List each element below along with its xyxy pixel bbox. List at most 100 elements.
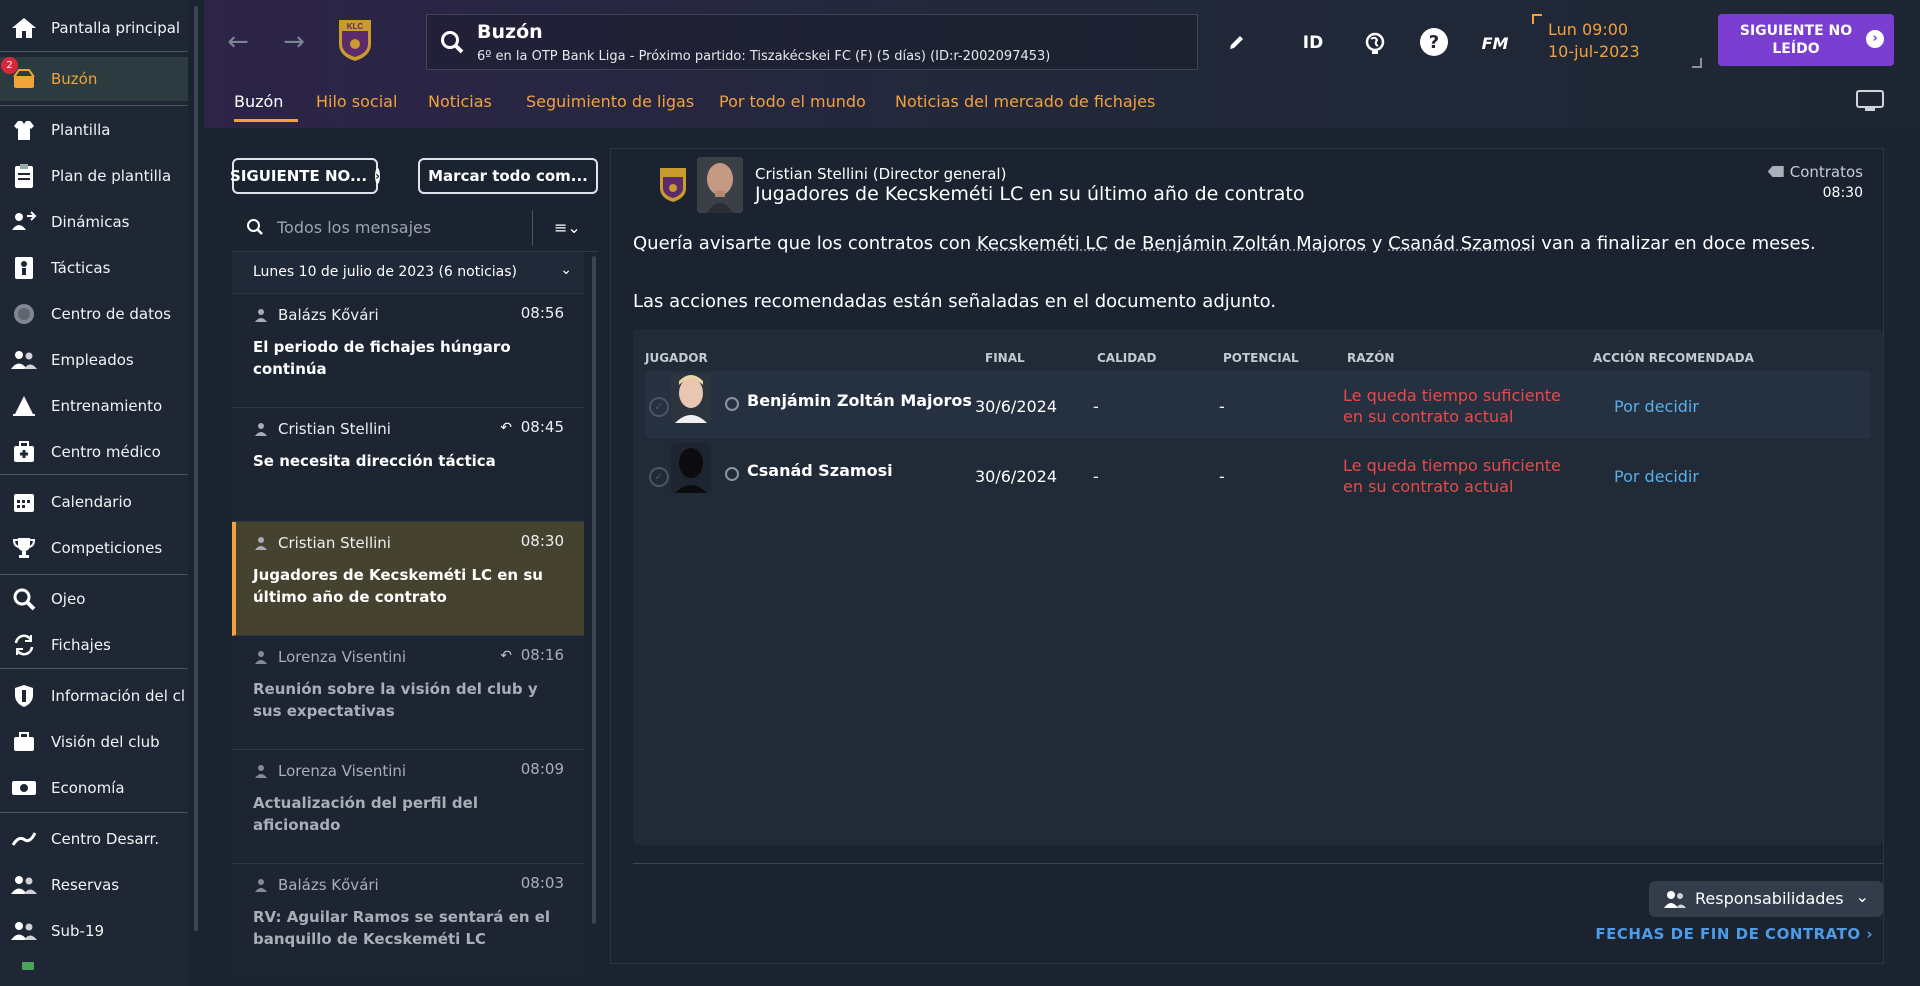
quality-value: - [1093, 467, 1099, 486]
message-sender: Lorenza Visentini [278, 762, 407, 780]
message-sender: Balázs Kővári [278, 876, 379, 894]
table-row[interactable]: ✓ Csanád Szamosi 30/6/2024 - - Le queda … [645, 441, 1871, 509]
sidebar-item-inbox[interactable]: Buzón [0, 57, 188, 101]
tab-league-tracker[interactable]: Seguimiento de ligas [526, 92, 694, 111]
search-icon[interactable] [439, 29, 465, 59]
data-icon [10, 300, 38, 328]
column-header-end[interactable]: FINAL [985, 351, 1025, 365]
forward-arrow-icon[interactable]: → [280, 28, 308, 56]
message-time: 08:30 [1822, 185, 1863, 201]
sidebar-item-dev-centre[interactable]: Centro Desarr. [0, 817, 188, 861]
filter-menu-icon[interactable]: ≡⌄ [554, 218, 581, 237]
sidebar-item-squad-plan[interactable]: Plan de plantilla [0, 154, 188, 198]
sidebar-item-club-info[interactable]: Información del cl... [0, 674, 188, 718]
column-header-potential[interactable]: POTENCIAL [1223, 351, 1299, 365]
list-item[interactable]: Balázs Kővári 08:03 RV: Aguilar Ramos se… [232, 864, 584, 978]
list-item-selected[interactable]: Cristian Stellini 08:30 Jugadores de Kec… [232, 522, 584, 636]
monitor-icon[interactable] [1856, 90, 1884, 112]
fm-menu-button[interactable]: FM [1480, 28, 1510, 58]
id-button[interactable]: ID [1298, 28, 1328, 58]
message-subject: RV: Aguilar Ramos se sentará en el banqu… [253, 908, 551, 948]
sidebar-item-scouting[interactable]: Ojeo [0, 577, 188, 621]
message-group-header[interactable]: Lunes 10 de julio de 2023 (6 noticias) ⌄ [232, 252, 584, 294]
sidebar-item-reserves[interactable]: Reservas [0, 863, 188, 907]
sidebar-item-label: Tácticas [51, 259, 111, 277]
message-time: 08:09 [520, 760, 564, 778]
date-time-box[interactable]: Lun 09:00 10-jul-2023 [1532, 14, 1702, 68]
sidebar-item-club-vision[interactable]: Visión del club [0, 720, 188, 764]
column-header-player[interactable]: JUGADOR [645, 351, 708, 365]
contract-end: 30/6/2024 [975, 397, 1058, 416]
recommended-action-link[interactable]: Por decidir [1614, 397, 1699, 416]
sidebar-item-tactics[interactable]: Tácticas [0, 246, 188, 290]
player-link[interactable]: Benjámin Zoltán Majoros [1142, 233, 1366, 254]
list-item[interactable]: Cristian Stellini ↶ 08:45 Se necesita di… [232, 408, 584, 522]
tab-news[interactable]: Noticias [428, 92, 492, 111]
sidebar-item-finance[interactable]: Economía [0, 766, 188, 810]
message-list-scrollbar[interactable] [592, 256, 596, 924]
back-arrow-icon[interactable]: ← [224, 28, 252, 56]
sidebar-scrollbar[interactable] [194, 6, 198, 931]
sidebar-item-data-hub[interactable]: Centro de datos [0, 292, 188, 336]
sidebar-item-label: Dinámicas [51, 213, 130, 231]
player-photo [671, 443, 711, 493]
tab-inbox[interactable]: Buzón [234, 92, 283, 111]
sidebar-item-transfers[interactable]: Fichajes [0, 623, 188, 667]
sidebar-item-u19[interactable]: Sub-19 [0, 909, 188, 953]
person-icon [254, 535, 268, 554]
sidebar-item-dynamics[interactable]: Dinámicas [0, 200, 188, 244]
tab-social-feed[interactable]: Hilo social [316, 92, 397, 111]
player-name[interactable]: Benjámin Zoltán Majoros [747, 391, 972, 410]
checkmark-icon[interactable]: ✓ [649, 397, 669, 417]
next-unread-button[interactable]: SIGUIENTE NO LEÍDO › [1718, 14, 1894, 66]
sidebar-divider [0, 574, 188, 575]
next-unread-small-label: SIGUIENTE NO... [230, 167, 368, 185]
message-sender: Lorenza Visentini [278, 648, 407, 666]
sidebar-item-training[interactable]: Entrenamiento [0, 384, 188, 428]
sidebar-item-label: Centro Desarr. [51, 830, 160, 848]
group-title: Lunes 10 de julio de 2023 (6 noticias) [253, 264, 518, 280]
sidebar-item-home[interactable]: Pantalla principal [0, 6, 188, 50]
edit-pencil-icon[interactable] [1221, 28, 1251, 58]
message-title: Jugadores de Kecskeméti LC en su último … [755, 183, 1305, 205]
next-unread-small-button[interactable]: SIGUIENTE NO... › [230, 158, 380, 194]
sidebar-item-staff[interactable]: Empleados [0, 338, 188, 382]
column-header-quality[interactable]: CALIDAD [1097, 351, 1156, 365]
checkmark-icon[interactable]: ✓ [649, 467, 669, 487]
table-row[interactable]: ✓ Benjámin Zoltán Majoros 30/6/2024 - - … [645, 371, 1871, 439]
sidebar-item-squad[interactable]: Plantilla [0, 108, 188, 152]
list-item[interactable]: Lorenza Visentini 08:09 Actualización de… [232, 750, 584, 864]
player-link[interactable]: Csanád Szamosi [1388, 233, 1535, 254]
sidebar-item-label: Sub-19 [51, 922, 105, 940]
list-item[interactable]: Balázs Kővári 08:56 El periodo de fichaj… [232, 294, 584, 408]
sidebar-item-competitions[interactable]: Competiciones [0, 526, 188, 570]
mark-all-read-button[interactable]: Marcar todo com... [418, 158, 598, 194]
tab-around-world[interactable]: Por todo el mundo [719, 92, 866, 111]
divider [532, 210, 533, 246]
responsibilities-dropdown[interactable]: Responsabilidades ⌄ [1649, 881, 1883, 917]
medical-icon [10, 438, 38, 466]
divider [633, 863, 1883, 864]
contract-end-dates-link[interactable]: FECHAS DE FIN DE CONTRATO › [1595, 925, 1873, 943]
sidebar-item-calendar[interactable]: Calendario [0, 480, 188, 524]
recommended-action-link[interactable]: Por decidir [1614, 467, 1699, 486]
club-link[interactable]: Kecskeméti LC [977, 233, 1108, 254]
column-header-reason[interactable]: RAZÓN [1347, 351, 1394, 365]
dynamics-icon [10, 208, 38, 236]
sidebar-item-medical[interactable]: Centro médico [0, 430, 188, 474]
sender-name[interactable]: Cristian Stellini (Director general) [755, 165, 1006, 183]
message-sender: Balázs Kővári [278, 306, 379, 324]
sidebar-item-label: Entrenamiento [51, 397, 163, 415]
current-time: Lun 09:00 [1548, 20, 1629, 39]
help-button[interactable]: ? [1420, 28, 1448, 56]
tab-transfer-news[interactable]: Noticias del mercado de fichajes [895, 92, 1155, 111]
category-label: Contratos [1789, 163, 1863, 181]
list-item[interactable]: Lorenza Visentini ↶ 08:16 Reunión sobre … [232, 636, 584, 750]
message-subject: Se necesita dirección táctica [253, 452, 496, 470]
sender-avatar[interactable] [697, 157, 743, 213]
column-header-action[interactable]: ACCIÓN RECOMENDADA [1593, 351, 1754, 365]
shirt-icon [10, 116, 38, 144]
player-name[interactable]: Csanád Szamosi [747, 461, 893, 480]
globe-icon[interactable] [1360, 28, 1390, 58]
message-search[interactable]: Todos los mensajes ≡⌄ [232, 204, 598, 252]
